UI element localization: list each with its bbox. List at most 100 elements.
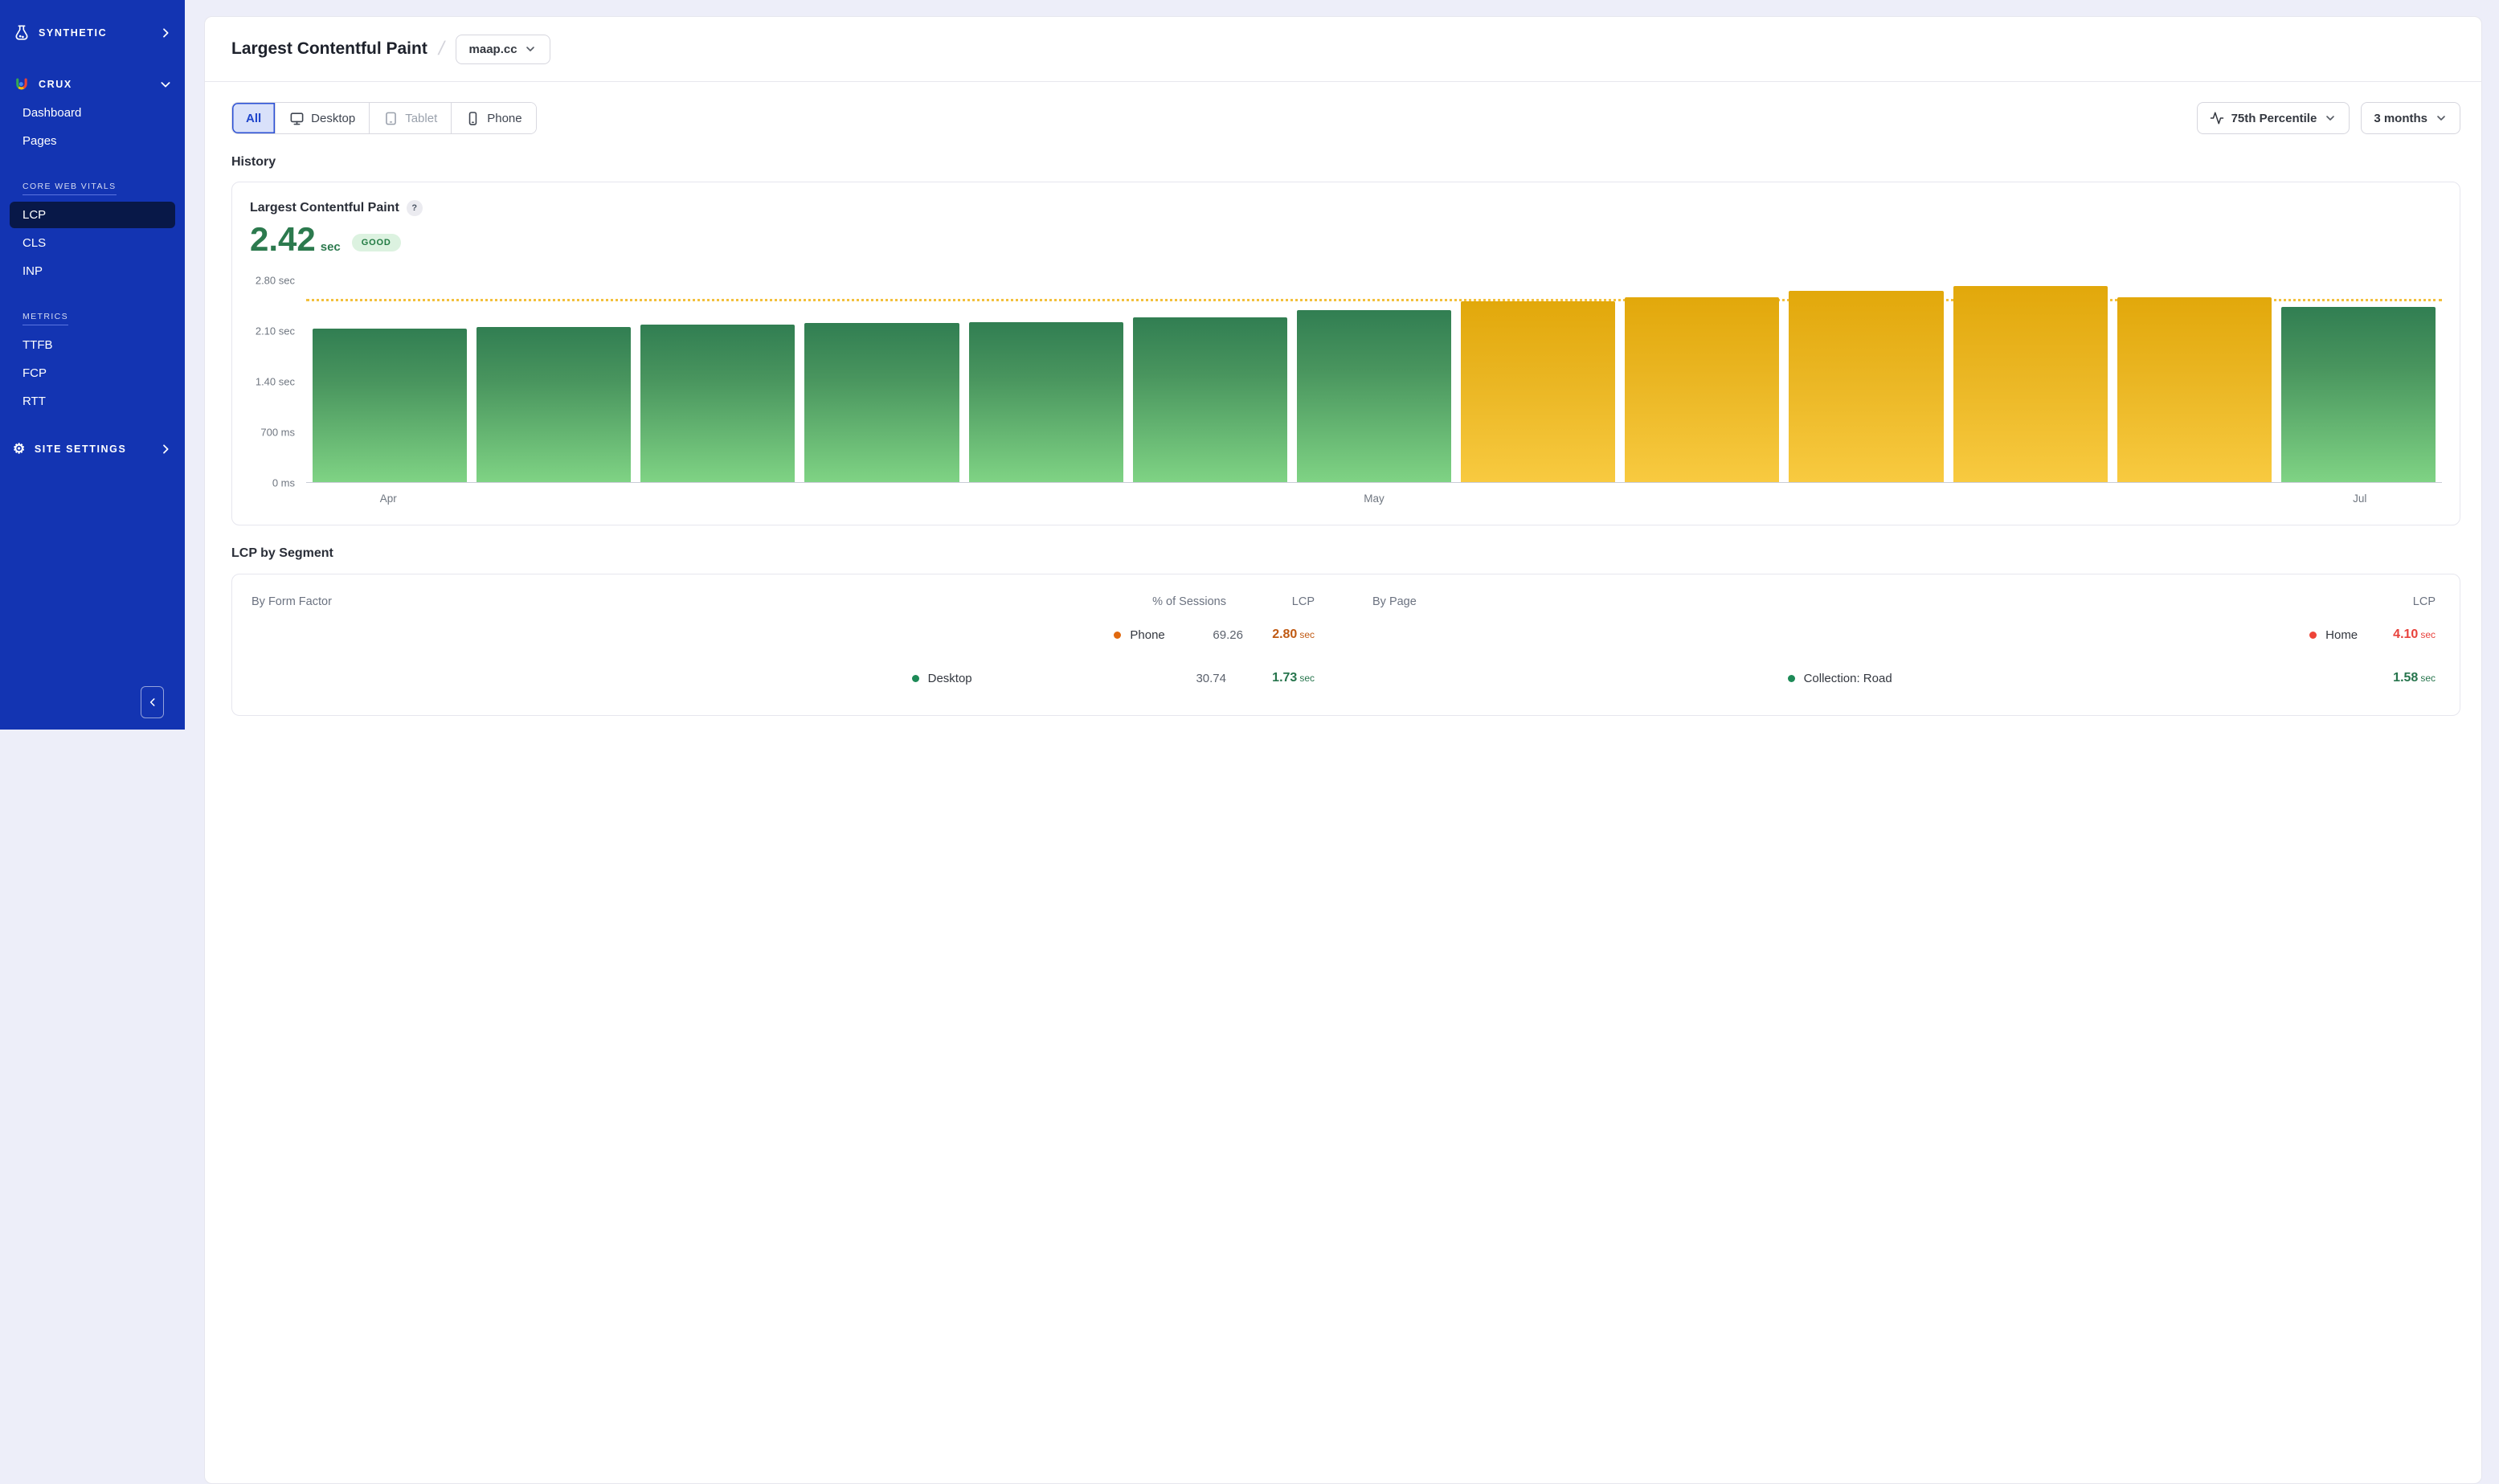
site-selector-dropdown[interactable]: maap.cc (456, 35, 550, 64)
y-tick-label: 0 ms (272, 477, 295, 489)
history-bar[interactable] (1133, 317, 1287, 482)
segment-name: Collection: Road (1804, 672, 2347, 685)
history-bar[interactable] (804, 323, 959, 482)
sessions-value: 30.74 (1130, 672, 1226, 685)
y-tick-label: 2.80 sec (256, 275, 295, 287)
history-bar[interactable] (2281, 307, 2436, 482)
form-factor-table: By Form Factor % of Sessions LCP Phone69… (250, 595, 1321, 705)
history-bar[interactable] (2117, 297, 2272, 482)
chevron-down-icon (524, 43, 537, 55)
sidebar-group-synthetic[interactable]: SYNTHETIC (10, 19, 175, 47)
tab-tablet[interactable]: Tablet (369, 103, 451, 133)
segment-row[interactable]: Collection: Road1.58sec (1371, 662, 2442, 694)
content-card: Largest Contentful Paint / maap.cc All D… (204, 16, 2482, 1484)
tab-phone[interactable]: Phone (451, 103, 535, 133)
history-bar[interactable] (1297, 310, 1451, 482)
device-filter-group: All Desktop Tablet Phone (231, 102, 537, 134)
history-section-title: History (231, 155, 2460, 170)
form-factor-header: By Form Factor (252, 595, 1130, 608)
percentile-dropdown[interactable]: 75th Percentile (2197, 102, 2350, 134)
gear-icon: ⚙︎ (13, 442, 27, 456)
percentile-value: 75th Percentile (2231, 112, 2317, 125)
sessions-header: % of Sessions (1130, 595, 1226, 608)
chevron-left-icon (147, 697, 158, 708)
lcp-current-value: 2.42 (250, 223, 316, 256)
history-card-title: Largest Contentful Paint (250, 201, 399, 215)
history-bar[interactable] (1461, 301, 1615, 482)
segment-row[interactable]: Phone69.262.80sec (250, 619, 1321, 651)
segment-row[interactable]: Desktop30.741.73sec (250, 662, 1321, 694)
date-range-dropdown[interactable]: 3 months (2361, 102, 2460, 134)
tablet-icon (383, 111, 399, 126)
sidebar-group-label: SYNTHETIC (39, 27, 151, 39)
page-header: Largest Contentful Paint / maap.cc (205, 17, 2481, 82)
sidebar-item-dashboard[interactable]: Dashboard (10, 100, 175, 126)
date-range-value: 3 months (2374, 112, 2427, 125)
segment-name: Phone (1130, 628, 1164, 642)
history-bar[interactable] (1953, 286, 2108, 482)
sidebar-group-label: CRUX (39, 79, 151, 90)
history-bar[interactable] (1789, 291, 1943, 482)
chart-x-axis: AprMayJul (306, 483, 2442, 513)
tab-label: All (246, 112, 261, 125)
history-bar[interactable] (1625, 297, 1779, 482)
status-dot-icon (912, 675, 919, 682)
flask-icon (13, 24, 31, 42)
sidebar-collapse-button[interactable] (141, 686, 164, 718)
breadcrumb-separator: / (436, 38, 447, 60)
history-bar[interactable] (640, 325, 795, 482)
x-tick-label: May (1364, 493, 1384, 505)
y-tick-label: 700 ms (260, 427, 295, 439)
sidebar-group-site-settings[interactable]: ⚙︎ SITE SETTINGS (10, 437, 175, 460)
chevron-right-icon (159, 27, 172, 39)
sidebar-item-fcp[interactable]: FCP (10, 360, 175, 386)
tab-all[interactable]: All (232, 103, 275, 133)
sidebar-item-cls[interactable]: CLS (10, 230, 175, 256)
lcp-unit: sec (2420, 673, 2436, 684)
tab-label: Desktop (311, 112, 355, 125)
segment-row[interactable]: Home4.10sec (1371, 619, 2442, 651)
status-dot-icon (2309, 632, 2317, 639)
sidebar-item-pages[interactable]: Pages (10, 128, 175, 154)
lcp-by-segment-card: By Form Factor % of Sessions LCP Phone69… (231, 574, 2460, 716)
sidebar-item-ttfb[interactable]: TTFB (10, 332, 175, 358)
tab-label: Phone (487, 112, 521, 125)
tab-desktop[interactable]: Desktop (275, 103, 369, 133)
y-tick-label: 2.10 sec (256, 325, 295, 337)
lcp-header: LCP (1226, 595, 1315, 608)
sidebar-item-rtt[interactable]: RTT (10, 388, 175, 415)
chevron-right-icon (159, 443, 172, 456)
chevron-down-icon (2324, 112, 2337, 125)
site-selector-value: maap.cc (469, 43, 517, 56)
x-tick-label: Apr (380, 493, 397, 505)
sessions-value: 69.26 (1165, 628, 1243, 642)
monitor-icon (289, 111, 305, 126)
lcp-header: LCP (2347, 595, 2436, 608)
history-bar[interactable] (313, 329, 467, 482)
lcp-value: 2.80sec (1243, 628, 1315, 642)
core-web-vitals-heading: CORE WEB VITALS (22, 182, 117, 195)
filter-row: All Desktop Tablet Phone (231, 102, 2460, 134)
sidebar-item-inp[interactable]: INP (10, 258, 175, 284)
chevron-down-icon (2435, 112, 2448, 125)
sidebar-group-crux[interactable]: CRUX (10, 71, 175, 98)
by-page-header: By Page (1372, 595, 2347, 608)
sidebar: SYNTHETIC CRUX Dashboard Pages CORE WEB … (0, 0, 185, 730)
y-tick-label: 1.40 sec (256, 376, 295, 388)
sidebar-item-lcp[interactable]: LCP (10, 202, 175, 228)
status-badge: GOOD (352, 234, 401, 251)
lcp-unit: sec (1299, 629, 1315, 640)
main-area: Largest Contentful Paint / maap.cc All D… (185, 0, 2499, 1460)
chart-y-axis: 0 ms700 ms1.40 sec2.10 sec2.80 sec (250, 280, 306, 483)
segment-name: Desktop (928, 672, 1130, 685)
status-dot-icon (1114, 632, 1121, 639)
metrics-heading: METRICS (22, 312, 68, 325)
segment-name: Home (2325, 628, 2358, 642)
history-card: Largest Contentful Paint ? 2.42 sec GOOD… (231, 182, 2460, 525)
lcp-unit: sec (1299, 673, 1315, 684)
help-icon[interactable]: ? (407, 200, 423, 216)
lcp-value: 1.73sec (1226, 671, 1315, 685)
lcp-unit: sec (2420, 629, 2436, 640)
history-bar[interactable] (969, 322, 1123, 482)
history-bar[interactable] (476, 327, 631, 483)
